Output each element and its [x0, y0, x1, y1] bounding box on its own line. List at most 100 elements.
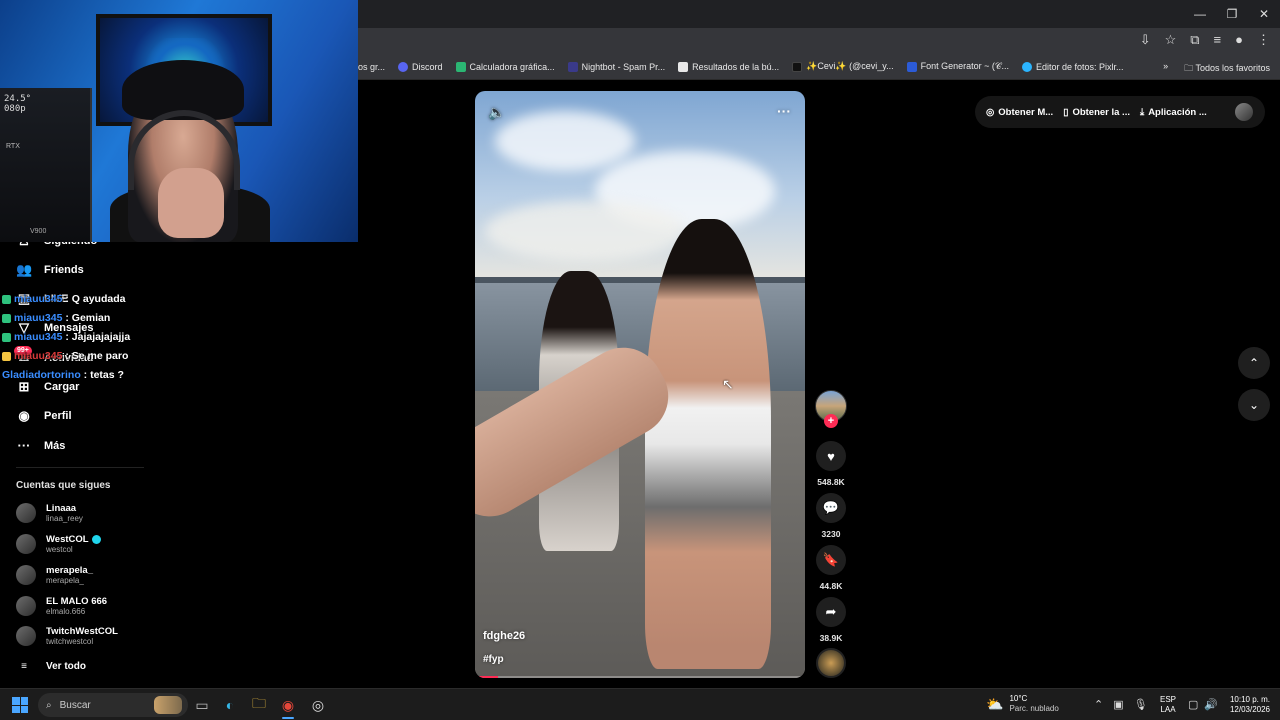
account-handle: elmalo.666	[46, 607, 86, 616]
close-icon[interactable]: ✕	[1248, 0, 1280, 28]
like-button[interactable]: ♥ 548.8K	[815, 441, 847, 487]
followed-account[interactable]: TwitchWestCOL twitchwestcol	[16, 626, 118, 646]
windows-start-icon[interactable]	[12, 697, 28, 713]
sidebar-item-upload[interactable]: ⊞ Cargar	[16, 379, 80, 395]
search-highlight-image	[154, 696, 182, 714]
share-button[interactable]: ➦ 38.9K	[815, 597, 847, 643]
chrome-icon[interactable]: ◉	[278, 695, 298, 715]
sidebar-item-more[interactable]: ··· Más	[16, 438, 66, 453]
bookmark-pixlr[interactable]: Editor de fotos: Pixlr...	[1021, 61, 1124, 72]
save-button[interactable]: 🔖 44.8K	[815, 545, 847, 591]
chevron-up-icon[interactable]: ⌃	[1094, 698, 1103, 711]
list-icon: ≡	[21, 661, 27, 672]
pc-brand: RTX	[6, 143, 20, 150]
weather-widget[interactable]: ⛅ 10°C Parc. nublado	[986, 694, 1059, 714]
sub-badge-icon	[2, 313, 11, 323]
file-explorer-icon[interactable]: 🗀	[249, 695, 269, 715]
task-view-icon[interactable]: ▭	[192, 695, 212, 715]
weather-description: Parc. nublado	[1009, 704, 1059, 713]
toolbar-icons: ⇩ ☆ ⧉ ≡ ● ⋮	[1140, 32, 1270, 48]
video-author[interactable]: fdghe26	[483, 630, 525, 642]
music-disc-icon[interactable]	[816, 648, 846, 678]
video-progress-fill	[475, 676, 499, 678]
follow-plus-icon[interactable]: +	[824, 414, 838, 428]
input-language[interactable]: ESP LAA	[1160, 695, 1176, 715]
previous-video-button[interactable]: ⌃	[1238, 347, 1270, 379]
bookmark-label: Editor de fotos: Pixlr...	[1035, 61, 1124, 72]
font-generator-icon	[906, 61, 917, 72]
clock-date: 12/03/2026	[1229, 705, 1270, 714]
restore-icon[interactable]: ❐	[1216, 0, 1248, 28]
pill-label: Obtener M...	[998, 106, 1054, 118]
followed-account[interactable]: EL MALO 666 elmalo.666	[16, 596, 107, 616]
followed-account[interactable]: merapela_ merapela_	[16, 565, 93, 585]
chat-user: miauu345	[14, 312, 63, 324]
active-app-indicator	[282, 717, 294, 719]
next-video-button[interactable]: ⌄	[1238, 389, 1270, 421]
system-clock[interactable]: 10:10 p. m. 12/03/2026	[1230, 695, 1270, 715]
bookmark-font-generator[interactable]: Font Generator ~ (𝒞...	[906, 61, 1009, 72]
bookmark-tiktok[interactable]: ✨Cevi✨ (@cevi_y...	[792, 61, 894, 72]
pixlr-icon	[1021, 61, 1032, 72]
see-all-label: Ver todo	[46, 661, 87, 672]
obs-icon[interactable]: ◎	[308, 695, 328, 715]
account-handle: merapela_	[46, 576, 84, 585]
video-progress-bar[interactable]	[475, 676, 805, 678]
bookmark-discord[interactable]: Discord	[398, 61, 443, 72]
get-coins-button[interactable]: ◎ Obtener M...	[986, 107, 1053, 118]
keyboard-layout: LAA	[1160, 705, 1176, 714]
menu-kebab-icon[interactable]: ⋮	[1257, 32, 1270, 48]
video-player[interactable]: 🔈 ··· fdghe26 #fyp	[475, 91, 805, 678]
see-all-link[interactable]: ≡ Ver todo	[16, 661, 86, 672]
gift-badge-icon	[2, 351, 11, 361]
phone-icon: ▯	[1063, 106, 1069, 118]
save-count: 44.8K	[819, 581, 843, 591]
account-name: merapela_	[46, 565, 94, 576]
taskbar-search[interactable]: ⌕ Buscar	[38, 693, 188, 717]
followed-account[interactable]: WestCOL westcol	[16, 534, 101, 554]
avatar	[16, 596, 36, 616]
person-right	[645, 219, 771, 669]
followed-account[interactable]: Linaaa linaa_reey	[16, 503, 83, 523]
install-app-icon[interactable]: ⇩	[1140, 32, 1151, 48]
bookmarks-right: » 🗀 Todos los favoritos	[1163, 61, 1270, 77]
bookmark-star-icon[interactable]: ☆	[1165, 32, 1177, 48]
extensions-icon[interactable]: ⧉	[1190, 32, 1199, 48]
comment-count: 3230	[821, 529, 841, 539]
window-controls: — ❐ ✕	[1184, 0, 1280, 28]
bookmark-1[interactable]: os gr...	[358, 62, 385, 72]
all-favorites-folder[interactable]: 🗀 Todos los favoritos	[1184, 61, 1270, 77]
upload-icon: ⊞	[18, 379, 30, 394]
media-control-icon[interactable]: ≡	[1214, 32, 1222, 48]
bookmark-label: Nightbot - Spam Pr...	[581, 61, 666, 72]
search-icon: ⌕	[46, 699, 52, 711]
tray-app-icon[interactable]: ▣	[1113, 698, 1123, 711]
cloud	[485, 201, 685, 261]
more-options-icon[interactable]: ···	[777, 103, 791, 119]
edge-icon[interactable]: ◐	[220, 695, 240, 715]
bookmark-search-results[interactable]: Resultados de la bú...	[678, 61, 779, 72]
get-app-button[interactable]: ▯ Obtener la ...	[1063, 107, 1130, 118]
volume-icon[interactable]: 🔊	[1204, 698, 1218, 711]
user-avatar[interactable]	[1235, 103, 1253, 121]
sidebar-item-label: Friends	[44, 264, 84, 276]
chevron-up-icon: ⌃	[1248, 356, 1260, 370]
profile-avatar-icon[interactable]: ●	[1235, 32, 1243, 48]
bookmark-nightbot[interactable]: Nightbot - Spam Pr...	[567, 61, 666, 72]
chat-user: miauu345	[14, 331, 63, 343]
microphone-icon[interactable]: 🎙	[1134, 698, 1148, 711]
comment-button[interactable]: 💬 3230	[815, 493, 847, 539]
account-name: Linaaa	[46, 503, 77, 514]
pc-readout: 24.5°	[4, 94, 32, 104]
bookmark-calculator[interactable]: Calculadora gráfica...	[455, 61, 555, 72]
network-icon[interactable]: ▢	[1188, 698, 1198, 711]
minimize-icon[interactable]: —	[1184, 0, 1216, 28]
video-hashtag[interactable]: #fyp	[483, 654, 504, 665]
search-label: Buscar	[59, 699, 91, 711]
account-name: WestCOL	[46, 534, 89, 545]
volume-icon[interactable]: 🔈	[488, 104, 505, 121]
sidebar-item-friends[interactable]: 👥 Friends	[16, 262, 84, 278]
desktop-app-button[interactable]: ⤓ Aplicación ...	[1140, 107, 1207, 118]
sidebar-item-profile[interactable]: ◉ Perfil	[16, 408, 71, 424]
chevron-double-right-icon[interactable]: »	[1163, 61, 1168, 77]
